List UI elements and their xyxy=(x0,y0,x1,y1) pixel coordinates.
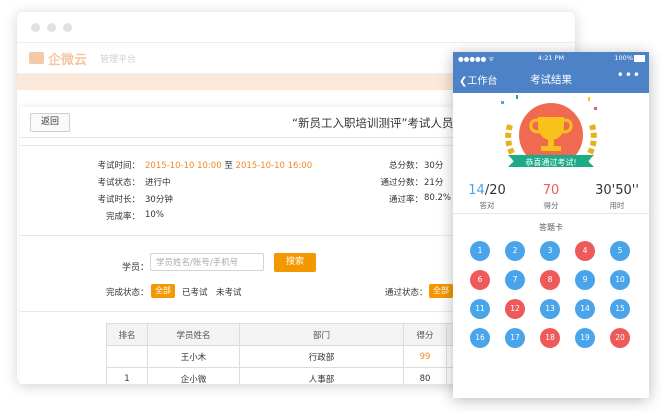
exam-time-start: 2015-10-10 10:00 xyxy=(145,161,222,171)
more-icon[interactable]: ••• xyxy=(617,68,641,82)
total-number: /20 xyxy=(484,183,506,198)
correct-number: 14 xyxy=(468,183,485,198)
window-titlebar xyxy=(17,12,575,43)
name-cell: 企小微 xyxy=(147,367,240,384)
table-header-row: 排名 学员姓名 部门 得分 xyxy=(106,323,474,346)
question-19-button[interactable]: 19 xyxy=(575,328,595,348)
exam-time-label: 考试时间： xyxy=(97,161,140,171)
phone-nav-bar: ❮工作台 考试结果 ••• xyxy=(453,64,649,93)
question-11-button[interactable]: 11 xyxy=(470,299,490,319)
question-17-button[interactable]: 17 xyxy=(505,328,525,348)
brand-logo-icon xyxy=(29,52,44,64)
question-15-button[interactable]: 15 xyxy=(610,299,630,319)
column-header-score: 得分 xyxy=(403,323,447,346)
score-cell: 99 xyxy=(403,345,447,368)
window-minimize-dot[interactable] xyxy=(47,23,56,32)
question-20-button[interactable]: 20 xyxy=(610,328,630,348)
exam-duration-label: 考试时长： xyxy=(97,195,140,205)
window-close-dot[interactable] xyxy=(31,23,40,32)
battery-icon xyxy=(634,55,645,62)
question-9-button[interactable]: 9 xyxy=(575,270,595,290)
question-4-button[interactable]: 4 xyxy=(575,241,595,261)
answer-card-title: 答题卡 xyxy=(539,223,563,232)
pass-rate-label: 通过率： xyxy=(388,195,423,205)
total-score-value: 30分 xyxy=(424,161,444,171)
rank-cell: 1 xyxy=(106,367,148,384)
pass-score-value: 21分 xyxy=(424,178,444,188)
divider xyxy=(453,213,649,214)
completion-filter-not-done[interactable]: 未考试 xyxy=(216,286,242,298)
question-18-button[interactable]: 18 xyxy=(540,328,560,348)
completion-filter-all[interactable]: 全部 xyxy=(151,284,175,298)
completion-rate-value: 10% xyxy=(145,210,164,220)
search-input[interactable]: 学员姓名/账号/手机号 xyxy=(150,253,264,271)
column-header-dept: 部门 xyxy=(239,323,404,346)
time-used: 30'50'' xyxy=(595,183,639,198)
phone-status-bar: ●●●●● ᯤ 4:21 PM 100% xyxy=(453,52,649,64)
trophy-banner-text: 恭喜通过考试! xyxy=(525,158,577,167)
brand-subtitle: 管理平台 xyxy=(100,55,137,65)
pass-filter-label: 通过状态： xyxy=(385,288,428,298)
column-header-rank: 排名 xyxy=(106,323,148,346)
completion-filter-label: 完成状态： xyxy=(106,288,149,298)
search-label: 学员： xyxy=(122,263,150,273)
question-13-button[interactable]: 13 xyxy=(540,299,560,319)
question-3-button[interactable]: 3 xyxy=(540,241,560,261)
exam-time-value: 2015-10-10 10:00 至 2015-10-10 16:00 xyxy=(145,159,312,171)
name-cell: 王小木 xyxy=(147,345,240,368)
pass-rate-value: 80.2% xyxy=(424,193,452,203)
correct-label: 答对 xyxy=(479,201,495,210)
brand-name: 企微云 xyxy=(48,53,88,68)
score-number: 70 xyxy=(542,183,560,198)
question-1-button[interactable]: 1 xyxy=(470,241,490,261)
exam-status-value: 进行中 xyxy=(145,178,171,188)
question-16-button[interactable]: 16 xyxy=(470,328,490,348)
page-title: “新员工入职培训测评”考试人员明 xyxy=(292,116,465,130)
question-12-button[interactable]: 12 xyxy=(505,299,525,319)
completion-filter-done[interactable]: 已考试 xyxy=(182,286,208,298)
time-label: 用时 xyxy=(609,201,625,210)
question-10-button[interactable]: 10 xyxy=(610,270,630,290)
dept-cell: 行政部 xyxy=(239,345,404,368)
window-maximize-dot[interactable] xyxy=(63,23,72,32)
search-button[interactable]: 搜索 xyxy=(274,253,316,272)
score-cell: 80 xyxy=(403,367,447,384)
question-8-button[interactable]: 8 xyxy=(540,270,560,290)
exam-status-label: 考试状态： xyxy=(97,178,140,188)
result-stats: 14/20 答对 70 得分 30'50'' 用时 xyxy=(453,183,649,213)
exam-time-to: 至 xyxy=(224,161,233,171)
table-row[interactable]: 1 企小微 人事部 80 xyxy=(106,367,474,384)
total-score-label: 总分数： xyxy=(388,161,423,171)
question-6-button[interactable]: 6 xyxy=(470,270,490,290)
results-table: 排名 学员姓名 部门 得分 王小木 行政部 99 1 企小微 人事部 80 xyxy=(106,323,474,384)
exam-duration-value: 30分钟 xyxy=(145,195,173,205)
pass-filter-all[interactable]: 全部 xyxy=(429,284,453,298)
question-7-button[interactable]: 7 xyxy=(505,270,525,290)
question-2-button[interactable]: 2 xyxy=(505,241,525,261)
dept-cell: 人事部 xyxy=(239,367,404,384)
phone-mockup: ●●●●● ᯤ 4:21 PM 100% ❮工作台 考试结果 ••• 恭喜通过考… xyxy=(453,52,649,398)
correct-count: 14/20 xyxy=(461,183,513,198)
rank-cell xyxy=(106,345,148,368)
pass-score-label: 通过分数： xyxy=(380,178,423,188)
score-label: 得分 xyxy=(543,201,559,210)
exam-time-end: 2015-10-10 16:00 xyxy=(235,161,313,171)
column-header-name: 学员姓名 xyxy=(147,323,240,346)
table-row[interactable]: 王小木 行政部 99 xyxy=(106,345,474,368)
back-button[interactable]: 返回 xyxy=(30,113,70,132)
completion-rate-label: 完成率： xyxy=(105,212,140,222)
question-5-button[interactable]: 5 xyxy=(610,241,630,261)
question-14-button[interactable]: 14 xyxy=(575,299,595,319)
battery-percent: 100% xyxy=(614,54,633,62)
